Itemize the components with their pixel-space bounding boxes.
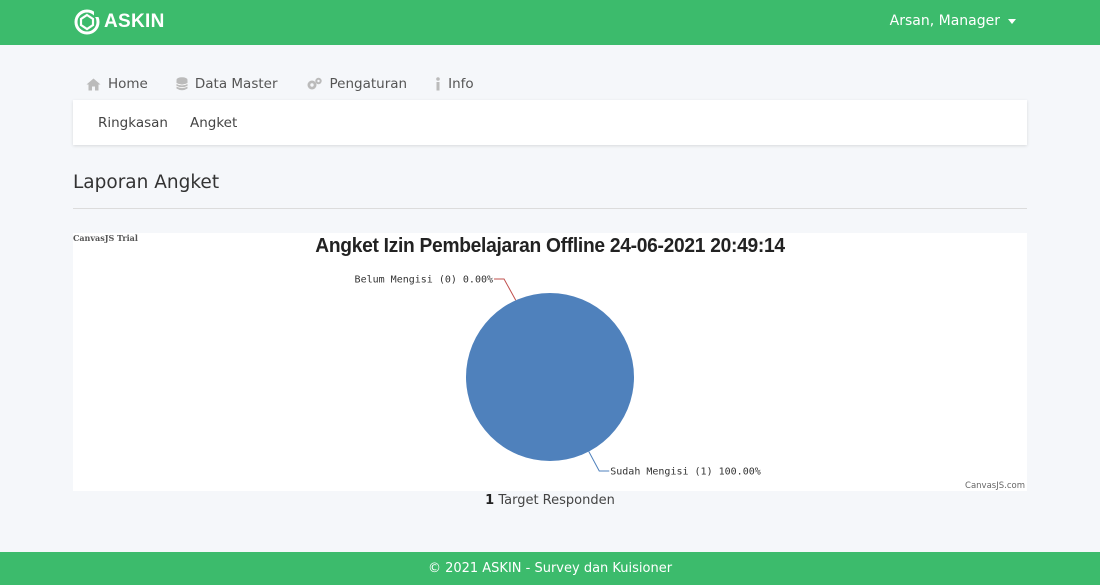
database-icon (176, 77, 188, 91)
info-icon (436, 77, 440, 91)
chart-container: Belum Mengisi (0) 0.00% Sudah Mengisi (1)… (73, 233, 1027, 491)
nav-item-data-master[interactable]: Data Master (176, 76, 278, 92)
nav-item-info[interactable]: Info (435, 76, 474, 92)
footer: © 2021 ASKIN - Survey dan Kuisioner (0, 552, 1100, 585)
nav-item-label: Data Master (194, 76, 278, 92)
chart-title: Angket Izin Pembelajaran Offline 24-06-2… (315, 235, 785, 257)
pie-slice-sudah-mengisi[interactable] (466, 293, 634, 461)
subnav-item-ringkasan[interactable]: Ringkasan (98, 115, 168, 131)
sub-nav: Ringkasan Angket (73, 100, 1027, 145)
pie-label-belum-mengisi: Belum Mengisi (0) 0.00% (355, 275, 493, 286)
brand-logo[interactable]: ASKIN (74, 8, 165, 36)
responden-count: 1 (485, 493, 495, 508)
main-nav: Home Data Master Pengaturan Info (86, 73, 502, 95)
subnav-item-angket[interactable]: Angket (190, 115, 237, 131)
top-navbar: ASKIN Arsan, Manager (0, 0, 1100, 45)
brand-name: ASKIN (104, 11, 165, 32)
askin-logo-icon (74, 9, 100, 35)
pie-label-sudah-mengisi: Sudah Mengisi (1) 100.00% (610, 467, 761, 478)
pie-chart: Belum Mengisi (0) 0.00% Sudah Mengisi (1)… (355, 275, 761, 478)
pie-leader-line (494, 278, 517, 301)
nav-item-pengaturan[interactable]: Pengaturan (306, 76, 408, 92)
chevron-down-icon (1008, 18, 1016, 24)
nav-item-label: Pengaturan (329, 76, 408, 92)
target-responden: 1 Target Responden (0, 493, 1100, 508)
footer-text: © 2021 ASKIN - Survey dan Kuisioner (427, 561, 673, 576)
user-name: Arsan, Manager (889, 13, 1000, 29)
nav-item-home[interactable]: Home (86, 76, 148, 92)
nav-item-label: Home (108, 76, 148, 92)
divider (73, 208, 1027, 209)
pie-leader-line (588, 451, 610, 472)
responden-label: Target Responden (494, 493, 615, 508)
canvasjs-credit-link[interactable]: CanvasJS.com (965, 481, 1025, 491)
nav-item-label: Info (448, 76, 474, 92)
user-menu-dropdown[interactable]: Arsan, Manager (890, 13, 1016, 29)
home-icon (86, 78, 101, 90)
page-title: Laporan Angket (73, 172, 220, 193)
gears-icon (307, 77, 322, 90)
